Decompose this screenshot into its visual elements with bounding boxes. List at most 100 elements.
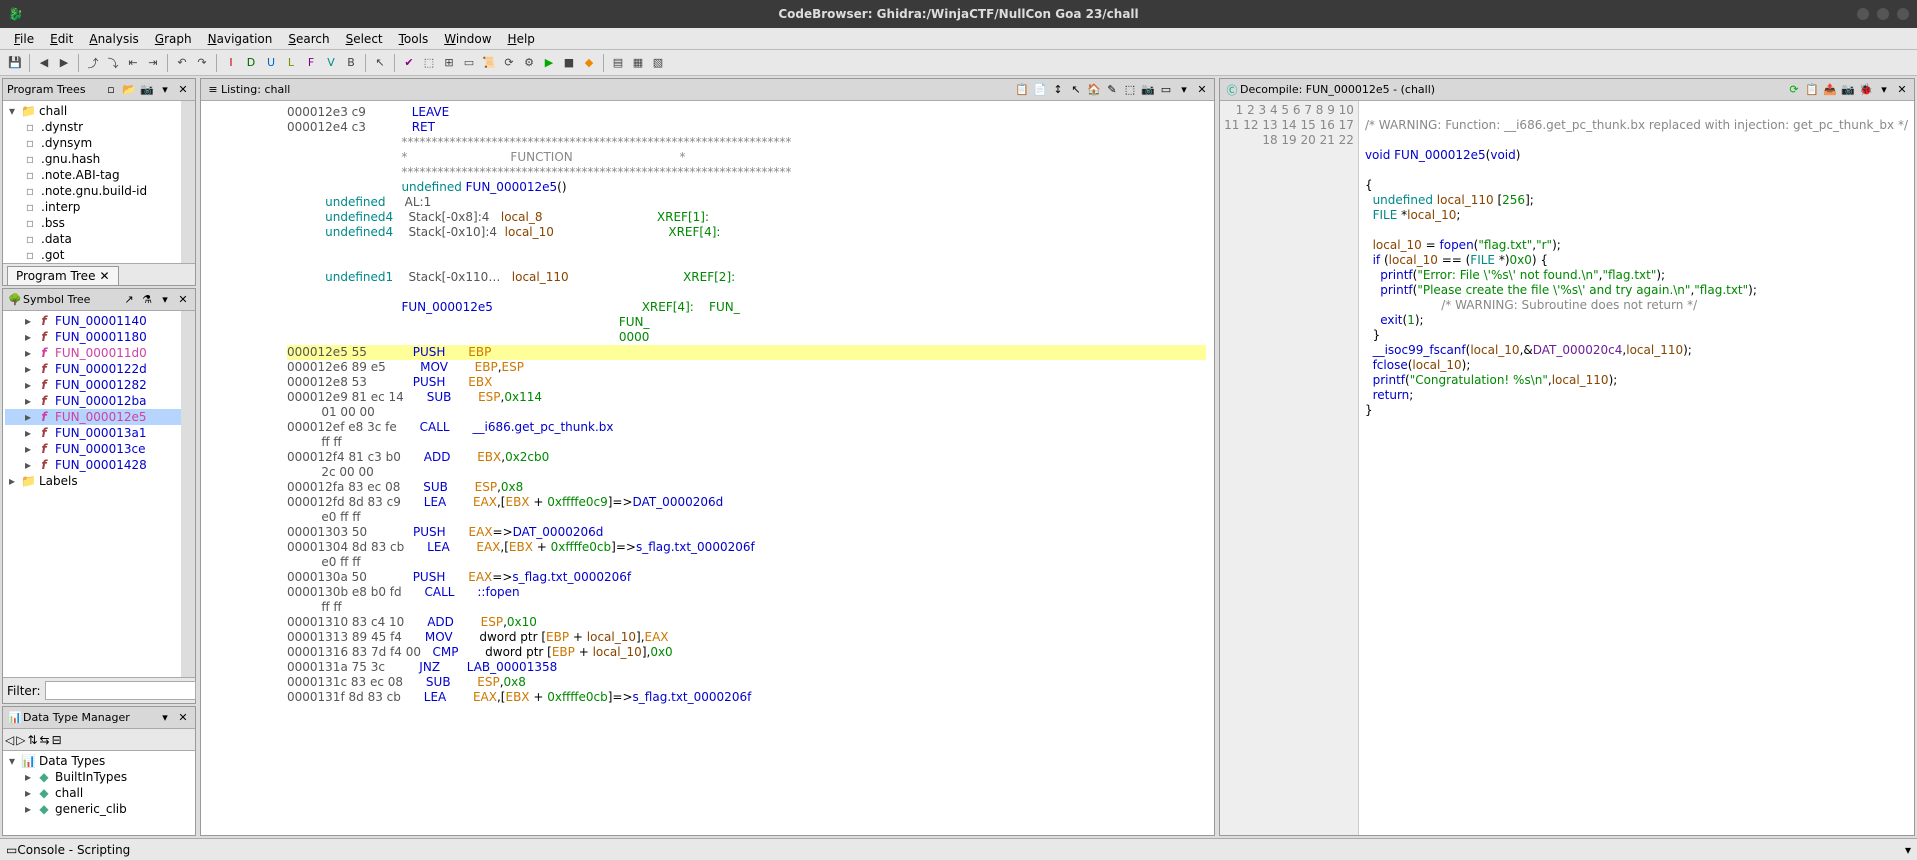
script-icon[interactable]: 📜 [480, 54, 498, 72]
menu-file[interactable]: File [8, 30, 40, 48]
menu-icon[interactable]: ▾ [1176, 82, 1192, 98]
nav-up-icon[interactable]: ⤴ [84, 54, 102, 72]
symbol-tree-body[interactable]: ▸fFUN_00001140▸fFUN_00001180▸fFUN_000011… [3, 311, 195, 677]
symbol-labels-folder[interactable]: ▸📁Labels [5, 473, 193, 489]
diamond-icon[interactable]: ◆ [580, 54, 598, 72]
dtm-item[interactable]: ▸◆BuiltInTypes [5, 769, 193, 785]
forward-icon[interactable]: ▷ [16, 733, 25, 747]
tree-item[interactable]: ▫.bss [5, 215, 193, 231]
symbol-function[interactable]: ▸fFUN_000012ba [5, 393, 193, 409]
symbol-function[interactable]: ▸fFUN_00001282 [5, 377, 193, 393]
strings-icon[interactable]: ▧ [649, 54, 667, 72]
tree-item[interactable]: ▫.data [5, 231, 193, 247]
back-icon[interactable]: ◁ [5, 733, 14, 747]
letter-l-icon[interactable]: L [282, 54, 300, 72]
menu-analysis[interactable]: Analysis [83, 30, 144, 48]
tree-item[interactable]: ▫.dynstr [5, 119, 193, 135]
dtm-item[interactable]: ▸◆chall [5, 785, 193, 801]
paste-icon[interactable]: 📄 [1032, 82, 1048, 98]
nav-prev-icon[interactable]: ⇤ [124, 54, 142, 72]
symbol-function[interactable]: ▸fFUN_00001428 [5, 457, 193, 473]
refresh-icon[interactable]: ⟳ [500, 54, 518, 72]
close-panel-icon[interactable]: ✕ [1194, 82, 1210, 98]
menu-select[interactable]: Select [340, 30, 389, 48]
close-panel-icon[interactable]: ✕ [175, 292, 191, 308]
copy-icon[interactable]: 📋 [1804, 82, 1820, 98]
export-icon[interactable]: 📤 [1822, 82, 1838, 98]
graph-icon[interactable]: ⊞ [440, 54, 458, 72]
menu-edit[interactable]: Edit [44, 30, 79, 48]
menu-search[interactable]: Search [282, 30, 335, 48]
menu-icon[interactable]: ▾ [157, 82, 173, 98]
tree-item[interactable]: ▫.got [5, 247, 193, 263]
symbol-function[interactable]: ▸fFUN_00001180 [5, 329, 193, 345]
snapshot-icon[interactable]: 📷 [1840, 82, 1856, 98]
letter-d-icon[interactable]: D [242, 54, 260, 72]
nav-icon[interactable]: ↕ [1050, 82, 1066, 98]
goto-icon[interactable]: ↗ [121, 292, 137, 308]
menu-window[interactable]: Window [438, 30, 497, 48]
letter-u-icon[interactable]: U [262, 54, 280, 72]
bookmarks-icon[interactable]: ▤ [609, 54, 627, 72]
letter-f-icon[interactable]: F [302, 54, 320, 72]
program-trees-body[interactable]: ▾📁chall▫.dynstr▫.dynsym▫.gnu.hash▫.note.… [3, 101, 195, 263]
redo-icon[interactable]: ↷ [193, 54, 211, 72]
symbol-function[interactable]: ▸fFUN_000012e5 [5, 409, 193, 425]
symbol-function[interactable]: ▸fFUN_00001140 [5, 313, 193, 329]
edit-icon[interactable]: ✎ [1104, 82, 1120, 98]
open-folder-icon[interactable]: 📂 [121, 82, 137, 98]
memory-icon[interactable]: ▦ [629, 54, 647, 72]
tree-item[interactable]: ▫.gnu.hash [5, 151, 193, 167]
camera-icon[interactable]: 📷 [139, 82, 155, 98]
menu-tools[interactable]: Tools [393, 30, 435, 48]
close-tab-icon[interactable]: ✕ [99, 269, 109, 283]
minimize-button[interactable] [1857, 8, 1869, 20]
check-icon[interactable]: ✔ [400, 54, 418, 72]
save-icon[interactable]: 💾 [6, 54, 24, 72]
cursor-icon[interactable]: ↖ [1068, 82, 1084, 98]
diff-icon[interactable]: ⬚ [1122, 82, 1138, 98]
cursor-icon[interactable]: ↖ [371, 54, 389, 72]
listing-content[interactable]: 000012e3 c9 LEAVE 000012e4 c3 RET ******… [279, 101, 1214, 835]
stop-icon[interactable]: ■ [560, 54, 578, 72]
close-panel-icon[interactable]: ✕ [175, 710, 191, 726]
refresh-icon[interactable]: ⟳ [1786, 82, 1802, 98]
filter-icon[interactable]: ⚗ [139, 292, 155, 308]
symbol-function[interactable]: ▸fFUN_0000122d [5, 361, 193, 377]
tree-root[interactable]: ▾📁chall [5, 103, 193, 119]
snapshot-icon[interactable]: 📷 [1140, 82, 1156, 98]
filter-arrows-icon[interactable]: ⇅ [27, 733, 37, 747]
new-tree-icon[interactable]: ▫ [103, 82, 119, 98]
tab-program-tree[interactable]: Program Tree ✕ [7, 266, 119, 285]
letter-b-icon[interactable]: B [342, 54, 360, 72]
menu-graph[interactable]: Graph [149, 30, 198, 48]
decompile-body[interactable]: 1 2 3 4 5 6 7 8 9 10 11 12 13 14 15 16 1… [1220, 101, 1914, 835]
scrollbar[interactable] [181, 311, 195, 677]
close-panel-icon[interactable]: ✕ [175, 82, 191, 98]
listing-body[interactable]: 000012e3 c9 LEAVE 000012e4 c3 RET ******… [201, 101, 1214, 835]
tree-item[interactable]: ▫.interp [5, 199, 193, 215]
dtm-item[interactable]: ▸◆generic_clib [5, 801, 193, 817]
expand-icon[interactable]: ▾ [1905, 843, 1911, 857]
nav-next-icon[interactable]: ⇥ [144, 54, 162, 72]
symbol-function[interactable]: ▸fFUN_000013a1 [5, 425, 193, 441]
close-button[interactable] [1897, 8, 1909, 20]
home-icon[interactable]: 🏠 [1086, 82, 1102, 98]
debug-icon[interactable]: 🐞 [1858, 82, 1874, 98]
scrollbar[interactable] [181, 101, 195, 263]
maximize-button[interactable] [1877, 8, 1889, 20]
back-icon[interactable]: ◀ [35, 54, 53, 72]
console-bar[interactable]: ▭ Console - Scripting ▾ [0, 838, 1917, 860]
symbol-function[interactable]: ▸fFUN_000013ce [5, 441, 193, 457]
collapse-icon[interactable]: ⊟ [52, 733, 62, 747]
dtm-root[interactable]: ▾📊Data Types [5, 753, 193, 769]
menu-icon[interactable]: ▾ [157, 292, 173, 308]
dtm-body[interactable]: ▾📊Data Types▸◆BuiltInTypes▸◆chall▸◆gener… [3, 751, 195, 835]
copy-icon[interactable]: 📋 [1014, 82, 1030, 98]
menu-help[interactable]: Help [502, 30, 541, 48]
symbol-function[interactable]: ▸fFUN_000011d0 [5, 345, 193, 361]
tree-item[interactable]: ▫.dynsym [5, 135, 193, 151]
forward-icon[interactable]: ▶ [55, 54, 73, 72]
menu-icon[interactable]: ▾ [1876, 82, 1892, 98]
binary-icon[interactable]: ⬚ [420, 54, 438, 72]
